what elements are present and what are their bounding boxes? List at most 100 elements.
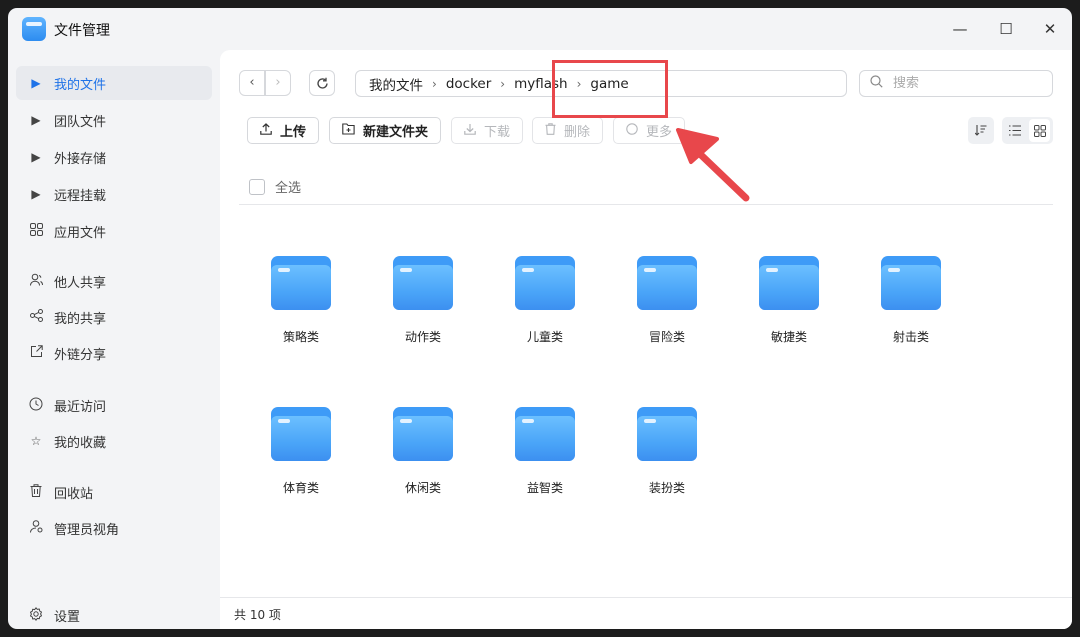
view-toggle <box>1002 117 1053 144</box>
folder-name: 装扮类 <box>648 481 685 495</box>
select-all-checkbox[interactable] <box>249 178 265 195</box>
list-view-button[interactable] <box>1002 117 1027 144</box>
sidebar-item-label: 最近访问 <box>54 399 107 415</box>
close-button[interactable]: ✕ <box>1038 18 1062 40</box>
sidebar-item-label: 远程挂载 <box>54 188 107 204</box>
folder-icon <box>515 256 575 310</box>
sidebar-item-shared-with-me[interactable]: 他人共享 <box>16 264 212 298</box>
sidebar-item-label: 回收站 <box>54 486 94 502</box>
search-input[interactable] <box>891 75 1045 92</box>
refresh-button[interactable] <box>309 70 335 96</box>
forward-button[interactable]: › <box>265 70 291 96</box>
folder-name: 策略类 <box>282 330 319 344</box>
sidebar-item-external-links[interactable]: 外链分享 <box>16 336 212 370</box>
download-label: 下载 <box>484 125 511 140</box>
search-box <box>859 70 1053 97</box>
sidebar-item-label: 团队文件 <box>54 114 107 130</box>
divider <box>239 204 1053 205</box>
chevron-right-icon: › <box>432 76 437 91</box>
grid-icon <box>28 223 44 239</box>
sort-button[interactable] <box>968 117 994 144</box>
user-icon <box>28 273 44 289</box>
download-button[interactable]: 下载 <box>451 117 524 144</box>
folder-name: 休闲类 <box>404 481 441 495</box>
sidebar-item-team-files[interactable]: ▶ 团队文件 <box>16 103 212 137</box>
grid-view-button[interactable] <box>1029 119 1050 142</box>
breadcrumb-item-docker[interactable]: docker <box>446 76 491 92</box>
sidebar-item-recent[interactable]: 最近访问 <box>16 388 212 422</box>
folder-item[interactable]: 敏捷类 <box>738 256 838 356</box>
new-folder-button[interactable]: 新建文件夹 <box>329 117 442 144</box>
folder-icon <box>759 256 819 310</box>
sidebar-item-app-files[interactable]: 应用文件 <box>16 214 212 248</box>
triangle-right-icon: ▶ <box>31 150 41 164</box>
folder-name: 射击类 <box>892 330 929 344</box>
select-all[interactable]: 全选 <box>249 177 301 196</box>
sidebar-item-label: 我的文件 <box>54 77 107 93</box>
folder-item[interactable]: 休闲类 <box>372 407 472 507</box>
app-title: 文件管理 <box>54 23 110 39</box>
minimize-button[interactable]: — <box>948 18 972 40</box>
back-button[interactable]: ‹ <box>239 70 265 96</box>
sidebar-item-external-storage[interactable]: ▶ 外接存储 <box>16 140 212 174</box>
admin-icon <box>28 520 44 536</box>
folder-item[interactable]: 冒险类 <box>616 256 716 356</box>
title-bar: 文件管理 — ☐ ✕ <box>8 8 1072 50</box>
item-count: 共 10 项 <box>234 608 281 622</box>
folder-item[interactable]: 策略类 <box>250 256 350 356</box>
status-bar: 共 10 项 <box>220 597 1072 629</box>
folder-name: 冒险类 <box>648 330 685 344</box>
folder-icon <box>515 407 575 461</box>
folder-icon <box>393 407 453 461</box>
new-folder-label: 新建文件夹 <box>363 125 429 140</box>
triangle-right-icon: ▶ <box>31 76 41 90</box>
folder-item[interactable]: 体育类 <box>250 407 350 507</box>
sidebar-item-label: 外链分享 <box>54 347 107 363</box>
upload-button[interactable]: 上传 <box>247 117 320 144</box>
sidebar: ▶ 我的文件 ▶ 团队文件 ▶ 外接存储 ▶ 远程挂载 应用文件 他人共享 我的… <box>8 50 220 629</box>
sidebar-item-label: 我的共享 <box>54 311 107 327</box>
upload-label: 上传 <box>280 125 307 140</box>
folder-name: 体育类 <box>282 481 319 495</box>
folder-icon <box>637 256 697 310</box>
folder-item[interactable]: 动作类 <box>372 256 472 356</box>
sidebar-item-my-files[interactable]: ▶ 我的文件 <box>16 66 212 100</box>
triangle-right-icon: ▶ <box>31 187 41 201</box>
refresh-icon <box>316 77 329 94</box>
more-button[interactable]: 更多 <box>613 117 686 144</box>
delete-label: 删除 <box>564 125 591 140</box>
sidebar-item-label: 设置 <box>54 609 81 625</box>
folder-item[interactable]: 射击类 <box>860 256 960 356</box>
trash-icon <box>28 484 44 500</box>
delete-button[interactable]: 删除 <box>532 117 604 144</box>
annotation-highlight-box <box>552 60 668 118</box>
folder-icon <box>271 407 331 461</box>
sidebar-item-remote-mount[interactable]: ▶ 远程挂载 <box>16 177 212 211</box>
folder-icon <box>393 256 453 310</box>
folder-item[interactable]: 儿童类 <box>494 256 594 356</box>
sort-icon <box>974 125 987 140</box>
folder-name: 益智类 <box>526 481 563 495</box>
sidebar-item-admin-view[interactable]: 管理员视角 <box>16 511 212 545</box>
more-icon <box>626 123 638 138</box>
search-icon <box>870 75 883 92</box>
folder-item[interactable]: 装扮类 <box>616 407 716 507</box>
triangle-right-icon: ▶ <box>31 113 41 127</box>
folder-name: 敏捷类 <box>770 330 807 344</box>
trash-icon <box>545 123 556 138</box>
star-icon: ☆ <box>30 434 42 448</box>
sidebar-item-label: 管理员视角 <box>54 522 120 538</box>
folder-icon <box>881 256 941 310</box>
more-label: 更多 <box>646 125 673 140</box>
sidebar-item-favorites[interactable]: ☆ 我的收藏 <box>16 424 212 458</box>
folder-item[interactable]: 益智类 <box>494 407 594 507</box>
sidebar-item-my-shares[interactable]: 我的共享 <box>16 300 212 334</box>
new-folder-icon <box>342 123 355 138</box>
sidebar-item-settings[interactable]: 设置 <box>16 598 212 629</box>
select-all-label: 全选 <box>275 181 302 196</box>
maximize-button[interactable]: ☐ <box>994 18 1018 40</box>
sidebar-item-recycle-bin[interactable]: 回收站 <box>16 475 212 509</box>
folder-name: 动作类 <box>404 330 441 344</box>
breadcrumb-item-my-files[interactable]: 我的文件 <box>369 74 423 94</box>
folder-icon <box>637 407 697 461</box>
